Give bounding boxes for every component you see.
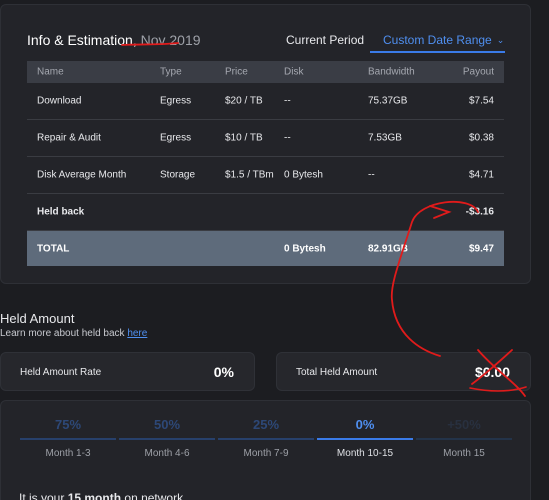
header-bandwidth: Bandwidth [368, 66, 415, 78]
table-row: Download Egress $20 / TB -- 75.37GB $7.5… [27, 83, 504, 120]
header-payout: Payout [462, 66, 494, 78]
row-price: $1.5 / TBm [225, 169, 274, 181]
row-name: Download [37, 95, 82, 107]
month-step: 75% Month 1-3 [20, 417, 116, 459]
row-payout: $4.71 [468, 169, 494, 181]
month-step-label: Month 7-9 [243, 448, 289, 459]
row-disk: -- [284, 132, 291, 144]
total-payout: $9.47 [468, 243, 494, 254]
total-held-amount-label: Total Held Amount [296, 367, 378, 378]
row-payout: $0.38 [468, 132, 494, 144]
tab-current-period[interactable]: Current Period [286, 33, 364, 47]
row-type: Storage [160, 169, 196, 181]
row-type: Egress [160, 132, 192, 144]
table-row: Disk Average Month Storage $1.5 / TBm 0 … [27, 157, 504, 194]
held-back-label: Held back [37, 206, 85, 218]
total-bandwidth: 82.91GB [368, 243, 409, 254]
month-step-label: Month 4-6 [144, 448, 190, 459]
month-step-label: Month 15 [443, 448, 485, 459]
held-amount-rate-label: Held Amount Rate [20, 367, 102, 378]
header-type: Type [160, 66, 182, 78]
row-price: $20 / TB [225, 95, 263, 107]
month-step: 25% Month 7-9 [218, 417, 314, 459]
row-bandwidth: 75.37GB [368, 95, 408, 107]
month-step-percent: 0% [355, 417, 375, 432]
total-row: TOTAL 0 Bytesh 82.91GB $9.47 [27, 231, 504, 266]
active-tab-indicator [370, 51, 505, 53]
tab-custom-date-range-label: Custom Date Range [383, 33, 492, 47]
header-name: Name [37, 66, 64, 78]
payout-table: Name Type Price Disk Bandwidth Payout Do… [27, 61, 504, 266]
table-header: Name Type Price Disk Bandwidth Payout [27, 61, 504, 83]
held-amount-subtitle-text: Learn more about held back [0, 328, 125, 339]
month-step-percent: 50% [153, 417, 181, 432]
info-title-label: Info & Estimation, [27, 32, 137, 48]
total-label: TOTAL [37, 243, 70, 254]
held-back-row: Held back -$3.16 [27, 194, 504, 231]
month-step-bar [317, 438, 413, 440]
tab-custom-date-range[interactable]: Custom Date Range ⌄ [383, 33, 504, 47]
month-step-percent: 25% [252, 417, 280, 432]
total-held-amount-value: $0.00 [474, 364, 510, 380]
row-bandwidth: -- [368, 169, 375, 181]
row-name: Repair & Audit [37, 132, 101, 144]
network-age-prefix: It is your [19, 491, 65, 500]
row-type: Egress [160, 95, 192, 107]
month-step-bar [218, 438, 314, 440]
month-step-label: Month 1-3 [45, 448, 91, 459]
month-step-active: 0% Month 10-15 [317, 417, 413, 459]
held-amount-rate-value: 0% [213, 364, 234, 380]
month-step: +50% Month 15 [416, 417, 512, 459]
header-price: Price [225, 66, 248, 78]
month-step-bar [119, 438, 215, 440]
held-amount-subtitle: Learn more about held back here [0, 328, 147, 339]
header-disk: Disk [284, 66, 304, 78]
network-age-text: It is your 15 month on network [19, 491, 183, 500]
row-bandwidth: 7.53GB [368, 132, 402, 144]
tab-current-period-label: Current Period [286, 33, 365, 47]
held-schedule-card: 75% Month 1-3 50% Month 4-6 25% Month 7-… [0, 400, 531, 500]
info-title: Info & Estimation, Nov 2019 [27, 32, 201, 48]
month-step-bar [20, 438, 116, 440]
row-disk: 0 Bytesh [284, 169, 323, 181]
row-disk: -- [284, 95, 291, 107]
month-step-bar [416, 438, 512, 440]
row-price: $10 / TB [225, 132, 263, 144]
period-label: Nov 2019 [140, 32, 201, 48]
network-age-month: 15 month [67, 491, 122, 500]
row-name: Disk Average Month [37, 169, 127, 181]
held-amount-rate-card: Held Amount Rate 0% [0, 352, 255, 391]
held-back-payout: -$3.16 [465, 206, 494, 218]
total-disk: 0 Bytesh [284, 243, 326, 254]
chevron-down-icon: ⌄ [496, 35, 505, 45]
held-amount-title: Held Amount [0, 311, 75, 326]
month-step: 50% Month 4-6 [119, 417, 215, 459]
month-step-label: Month 10-15 [336, 448, 394, 459]
table-row: Repair & Audit Egress $10 / TB -- 7.53GB… [27, 120, 504, 157]
held-back-learn-more-link[interactable]: here [127, 328, 147, 339]
month-step-percent: +50% [447, 417, 481, 432]
row-payout: $7.54 [468, 95, 494, 107]
total-held-amount-card: Total Held Amount $0.00 [276, 352, 531, 391]
network-age-suffix: on network [124, 491, 184, 500]
month-step-percent: 75% [54, 417, 82, 432]
